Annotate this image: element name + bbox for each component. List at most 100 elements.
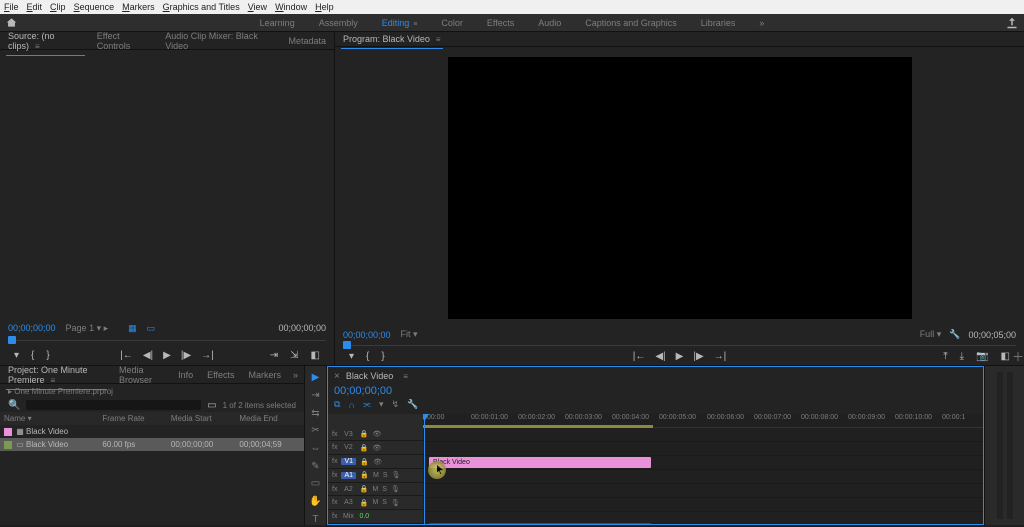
- share-icon[interactable]: [1006, 17, 1018, 29]
- workspace-effects[interactable]: Effects: [487, 15, 514, 31]
- panel-menu-icon[interactable]: ≡: [403, 372, 408, 381]
- home-icon[interactable]: [0, 17, 22, 28]
- workspace-libraries[interactable]: Libraries: [701, 15, 736, 31]
- panel-menu-icon[interactable]: ≡: [436, 35, 441, 44]
- ripple-tool-icon[interactable]: ⇆: [309, 407, 323, 419]
- razor-tool-icon[interactable]: ✂: [309, 425, 323, 437]
- menu-graphics[interactable]: Graphics and Titles: [163, 2, 240, 12]
- compare-icon[interactable]: ◧: [1001, 351, 1010, 362]
- workspace-audio[interactable]: Audio: [538, 15, 561, 31]
- workspace-assembly[interactable]: Assembly: [319, 15, 358, 31]
- zoom-select[interactable]: Fit ▾: [401, 329, 418, 340]
- menu-help[interactable]: Help: [315, 2, 334, 12]
- tab-effects[interactable]: Effects: [205, 368, 236, 382]
- program-timecode-left[interactable]: 00;00;00;00: [343, 330, 391, 340]
- tab-effect-controls[interactable]: Effect Controls: [95, 29, 154, 53]
- rectangle-tool-icon[interactable]: ▭: [309, 478, 323, 490]
- in-bracket-icon[interactable]: {: [31, 350, 34, 361]
- slip-tool-icon[interactable]: ⇔: [309, 443, 323, 455]
- settings-icon[interactable]: ↯: [392, 399, 400, 410]
- out-bracket-icon[interactable]: }: [46, 350, 49, 361]
- workspace-captions[interactable]: Captions and Graphics: [585, 15, 677, 31]
- wrench-icon[interactable]: 🔧: [407, 399, 418, 410]
- marker-icon[interactable]: ▾: [349, 351, 354, 362]
- go-out-icon[interactable]: →|: [714, 351, 727, 362]
- tab-media-browser[interactable]: Media Browser: [117, 363, 166, 387]
- list-item[interactable]: ▦ Black Video: [0, 425, 304, 438]
- source-page[interactable]: Page 1 ▾ ▸: [66, 323, 109, 334]
- safe-margins-icon[interactable]: ▭: [147, 323, 156, 334]
- export-frame-icon[interactable]: 📷: [976, 351, 988, 362]
- insert-icon[interactable]: ⇥: [270, 350, 278, 361]
- workspace-overflow[interactable]: »: [759, 15, 764, 31]
- new-bin-icon[interactable]: ▭: [207, 400, 216, 411]
- step-fwd-icon[interactable]: |▶: [693, 351, 703, 362]
- menu-file[interactable]: File: [4, 2, 19, 12]
- tab-markers[interactable]: Markers: [246, 368, 283, 382]
- menu-edit[interactable]: Edit: [27, 2, 43, 12]
- track-a1[interactable]: fxA1🔒MS🎙: [328, 469, 423, 483]
- menu-view[interactable]: View: [248, 2, 267, 12]
- track-a2[interactable]: fxA2🔒MS🎙: [328, 483, 423, 497]
- list-item[interactable]: ▭ Black Video 60.00 fps00;00;00;0000;00;…: [0, 438, 304, 451]
- menu-window[interactable]: Window: [275, 2, 307, 12]
- lift-icon[interactable]: ⤒: [943, 351, 947, 362]
- tab-audio-clip-mixer[interactable]: Audio Clip Mixer: Black Video: [163, 29, 276, 53]
- export-frame-icon[interactable]: ◧: [311, 350, 320, 361]
- menu-clip[interactable]: Clip: [50, 2, 66, 12]
- search-input[interactable]: [26, 400, 201, 410]
- play-icon[interactable]: ▶: [676, 351, 684, 362]
- workspace-editing[interactable]: Editing≡: [382, 15, 418, 31]
- wrench-icon[interactable]: 🔧: [949, 329, 960, 340]
- col-media-end[interactable]: Media End: [235, 412, 304, 425]
- col-framerate[interactable]: Frame Rate: [98, 412, 167, 425]
- play-icon[interactable]: ▶: [163, 350, 171, 361]
- tab-metadata[interactable]: Metadata: [286, 34, 328, 48]
- track-v3[interactable]: fxV3🔒👁: [328, 428, 423, 442]
- clip-black-video[interactable]: Black Video: [429, 457, 651, 468]
- selection-tool-icon[interactable]: ▶: [309, 372, 323, 384]
- track-mix[interactable]: fxMix0.0: [328, 510, 423, 524]
- nest-icon[interactable]: ⧉: [334, 399, 340, 410]
- col-name[interactable]: Name ▾: [0, 412, 98, 425]
- overwrite-icon[interactable]: ⇲: [290, 350, 298, 361]
- step-back-icon[interactable]: ◀|: [143, 350, 153, 361]
- step-back-icon[interactable]: ◀|: [655, 351, 665, 362]
- go-in-icon[interactable]: |←: [633, 351, 646, 362]
- extract-icon[interactable]: ⤓: [960, 351, 964, 362]
- in-bracket-icon[interactable]: {: [366, 351, 369, 362]
- timeline-timecode[interactable]: 00;00;00;00: [328, 385, 983, 397]
- hand-tool-icon[interactable]: ✋: [309, 496, 323, 508]
- playhead[interactable]: [424, 414, 425, 524]
- track-a3[interactable]: fxA3🔒MS🎙: [328, 496, 423, 510]
- tab-info[interactable]: Info: [176, 368, 195, 382]
- menu-sequence[interactable]: Sequence: [74, 2, 115, 12]
- marker-icon[interactable]: ▾: [379, 399, 384, 410]
- type-tool-icon[interactable]: T: [309, 513, 323, 525]
- button-editor-icon[interactable]: ＋: [1012, 348, 1024, 365]
- tab-project[interactable]: Project: One Minute Premiere≡: [6, 363, 107, 387]
- go-in-icon[interactable]: |←: [120, 350, 133, 361]
- ruler-icon[interactable]: ▦: [128, 323, 137, 334]
- source-scrub-bar[interactable]: [8, 335, 326, 345]
- marker-icon[interactable]: ▾: [14, 350, 19, 361]
- source-timecode-left[interactable]: 00;00;00;00: [8, 323, 56, 333]
- go-out-icon[interactable]: →|: [201, 350, 214, 361]
- workspace-color[interactable]: Color: [441, 15, 463, 31]
- close-icon[interactable]: ≡: [35, 42, 40, 51]
- program-scrub-bar[interactable]: [343, 340, 1016, 348]
- track-v2[interactable]: fxV2🔒👁: [328, 441, 423, 455]
- time-ruler[interactable]: :00:00 00:00:01:00 00:00:02:00 00:00:03:…: [423, 414, 983, 428]
- track-v1[interactable]: fxV1🔒👁: [328, 455, 423, 469]
- linked-sel-icon[interactable]: ⫘: [363, 399, 371, 410]
- track-select-tool-icon[interactable]: ⇥: [309, 390, 323, 402]
- program-viewer[interactable]: [335, 47, 1024, 329]
- step-fwd-icon[interactable]: |▶: [181, 350, 191, 361]
- col-media-start[interactable]: Media Start: [167, 412, 236, 425]
- timeline-tracks[interactable]: :00:00 00:00:01:00 00:00:02:00 00:00:03:…: [423, 414, 983, 524]
- pen-tool-icon[interactable]: ✎: [309, 460, 323, 472]
- menu-markers[interactable]: Markers: [122, 2, 155, 12]
- tab-program[interactable]: Program: Black Video≡: [341, 32, 443, 46]
- snap-icon[interactable]: ∩: [348, 399, 354, 410]
- overflow-icon[interactable]: »: [293, 370, 298, 380]
